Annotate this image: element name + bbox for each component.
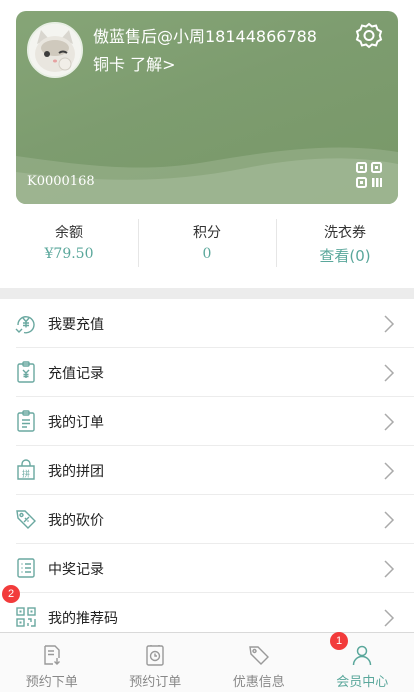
svg-text:拼: 拼 [22, 469, 30, 479]
menu-item-label: 充值记录 [48, 366, 104, 382]
points-stat[interactable]: 积分 0 [138, 213, 276, 271]
qr-code-icon[interactable] [355, 161, 383, 189]
tab-label: 优惠信息 [232, 675, 285, 690]
tab-label: 预约订单 [129, 675, 182, 690]
menu-item-label: 中奖记录 [48, 562, 104, 578]
group-buy-icon: 拼 [17, 459, 35, 480]
points-value: 0 [202, 246, 212, 262]
tab-booking-orders[interactable]: 预约订单 [104, 633, 208, 692]
recharge-record-icon [17, 361, 35, 383]
clock-order-icon [146, 645, 164, 666]
tab-promotions[interactable]: 优惠信息 [207, 633, 311, 692]
tab-booking[interactable]: 预约下单 [0, 633, 104, 692]
username: 傲蓝售后@小周18144866788 [93, 27, 317, 46]
chevron-right-icon [384, 511, 395, 529]
menu-item-bargain[interactable]: 我的砍价 [0, 495, 414, 544]
qr-code-icon [16, 607, 36, 627]
chevron-right-icon [384, 462, 395, 480]
avatar[interactable] [27, 22, 83, 78]
chevron-right-icon [384, 364, 395, 382]
gear-icon[interactable] [354, 21, 384, 51]
bottom-tab-bar: 预约下单 预约订单 优惠信息 会员中心 [0, 632, 414, 692]
menu-item-label: 我的订单 [48, 415, 104, 431]
balance-label: 余额 [55, 225, 83, 241]
chevron-right-icon [384, 560, 395, 578]
menu-item-group-buy[interactable]: 拼 我的拼团 [0, 446, 414, 495]
tab-member-center[interactable]: 会员中心 [311, 633, 414, 692]
menu-item-orders[interactable]: 我的订单 [0, 397, 414, 446]
menu-item-label: 我的推荐码 [48, 611, 118, 627]
referral-badge: 2 [2, 585, 20, 603]
vouchers-label: 洗衣券 [324, 225, 366, 241]
card-wave-decoration [16, 147, 398, 204]
balance-value: ¥79.50 [44, 246, 94, 262]
vouchers-stat[interactable]: 洗衣券 查看(0) [276, 213, 414, 271]
menu-item-prize-record[interactable]: 中奖记录 [0, 544, 414, 593]
section-divider [0, 288, 414, 299]
menu-item-label: 我要充值 [48, 317, 104, 333]
membership-level-link[interactable]: 铜卡 了解> [93, 51, 176, 75]
booking-icon [44, 645, 60, 665]
tab-label: 预约下单 [25, 675, 78, 690]
account-stats: 余额 ¥79.50 积分 0 洗衣券 查看(0) [0, 213, 414, 271]
menu-item-label: 我的砍价 [48, 513, 104, 529]
menu-item-recharge[interactable]: 我要充值 [0, 299, 414, 348]
member-card: 傲蓝售后@小周18144866788 铜卡 了解> K0000168 [16, 11, 398, 204]
tab-label: 会员中心 [336, 675, 389, 690]
member-center-badge: 1 [330, 632, 348, 650]
coupon-tag-icon [248, 646, 269, 665]
recharge-icon [15, 316, 35, 334]
vouchers-view-link[interactable]: 查看(0) [276, 245, 414, 266]
menu-item-label: 我的拼团 [48, 464, 104, 480]
chevron-right-icon [384, 609, 395, 627]
chevron-right-icon [384, 413, 395, 431]
user-icon [353, 645, 372, 666]
card-number: K0000168 [27, 174, 95, 189]
bargain-tag-icon [16, 510, 36, 529]
points-label: 积分 [193, 225, 221, 241]
menu-item-recharge-record[interactable]: 充值记录 [0, 348, 414, 397]
chevron-right-icon [384, 315, 395, 333]
list-icon [17, 558, 35, 578]
orders-icon [17, 410, 35, 432]
balance-stat[interactable]: 余额 ¥79.50 [0, 213, 138, 271]
member-menu: 我要充值 充值记录 我的订单 拼 我的拼团 我的砍价 中奖记录 我的推荐码 [0, 299, 414, 642]
